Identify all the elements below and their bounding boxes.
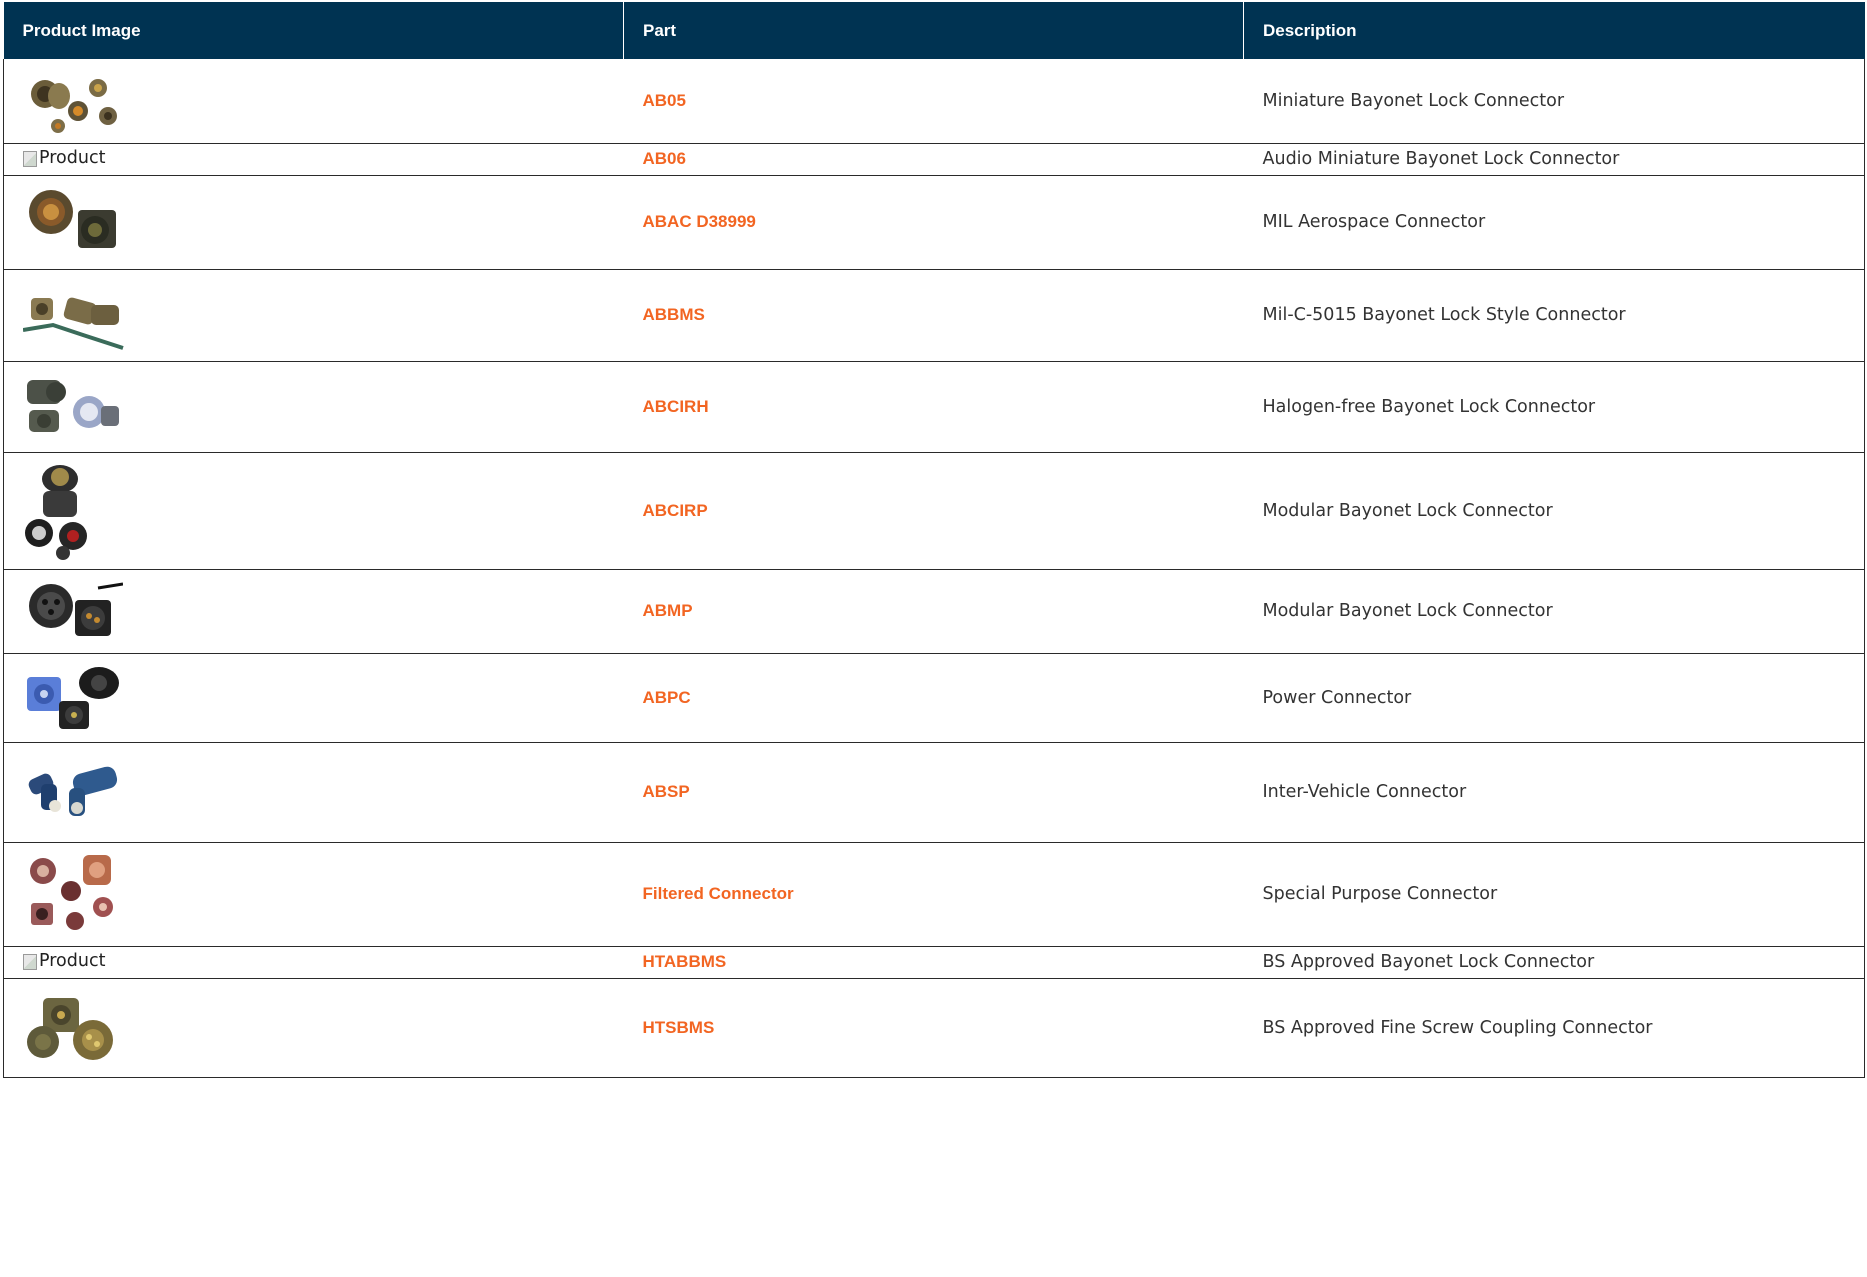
part-link[interactable]: AB05	[643, 91, 686, 110]
product-image-cell	[3, 59, 624, 143]
product-image-cell	[3, 652, 624, 742]
product-thumbnail[interactable]	[23, 851, 123, 937]
part-cell: Filtered Connector	[623, 841, 1244, 946]
description-cell: BS Approved Bayonet Lock Connector	[1243, 945, 1865, 978]
product-image-cell	[3, 741, 624, 842]
image-alt-text: Product	[39, 950, 106, 971]
description-cell: Mil-C-5015 Bayonet Lock Style Connector	[1243, 268, 1865, 361]
description-cell: Audio Miniature Bayonet Lock Connector	[1243, 142, 1865, 175]
product-thumbnail[interactable]	[23, 461, 93, 561]
product-image-cell: Product	[3, 142, 624, 175]
product-image-cell	[3, 451, 624, 569]
broken-image[interactable]: Product	[23, 951, 105, 971]
product-image-cell	[3, 268, 624, 361]
description-cell: Power Connector	[1243, 652, 1865, 742]
broken-image-icon	[23, 150, 37, 167]
product-thumbnail[interactable]	[23, 66, 123, 136]
part-cell: ABMP	[623, 568, 1244, 653]
product-thumbnail[interactable]	[23, 182, 123, 262]
header-part: Part	[623, 2, 1244, 59]
part-link[interactable]: ABCIRH	[643, 397, 709, 416]
description-cell: BS Approved Fine Screw Coupling Connecto…	[1243, 977, 1865, 1078]
product-thumbnail[interactable]	[23, 280, 125, 350]
product-image-cell	[3, 977, 624, 1078]
table-row: Product HTABBMS BS Approved Bayonet Lock…	[3, 945, 1865, 978]
description-cell: MIL Aerospace Connector	[1243, 174, 1865, 269]
broken-image-icon	[23, 953, 37, 970]
part-link[interactable]: ABAC D38999	[643, 212, 756, 231]
part-cell: HTSBMS	[623, 977, 1244, 1078]
header-description: Description	[1243, 2, 1865, 59]
table-row: ABAC D38999 MIL Aerospace Connector	[3, 174, 1865, 269]
part-link[interactable]: HTSBMS	[643, 1018, 715, 1037]
part-link[interactable]: ABCIRP	[643, 501, 708, 520]
description-cell: Inter-Vehicle Connector	[1243, 741, 1865, 842]
table-row: ABPC Power Connector	[3, 652, 1865, 742]
table-header: Product Image Part Description	[3, 2, 1865, 59]
table-row: ABCIRH Halogen-free Bayonet Lock Connect…	[3, 360, 1865, 452]
table-row: ABMP Modular Bayonet Lock Connector	[3, 568, 1865, 653]
part-link[interactable]: Filtered Connector	[643, 884, 794, 903]
description-cell: Modular Bayonet Lock Connector	[1243, 451, 1865, 569]
table-row: HTSBMS BS Approved Fine Screw Coupling C…	[3, 977, 1865, 1078]
description-cell: Halogen-free Bayonet Lock Connector	[1243, 360, 1865, 452]
product-thumbnail[interactable]	[23, 580, 123, 642]
part-cell: ABCIRH	[623, 360, 1244, 452]
product-image-cell	[3, 841, 624, 946]
description-cell: Miniature Bayonet Lock Connector	[1243, 59, 1865, 143]
part-cell: ABAC D38999	[623, 174, 1244, 269]
description-cell: Modular Bayonet Lock Connector	[1243, 568, 1865, 653]
part-cell: AB06	[623, 142, 1244, 175]
part-link[interactable]: ABMP	[643, 601, 693, 620]
part-cell: ABPC	[623, 652, 1244, 742]
table-row: AB05 Miniature Bayonet Lock Connector	[3, 59, 1865, 143]
product-image-cell	[3, 174, 624, 269]
part-cell: HTABBMS	[623, 945, 1244, 978]
table-row: Filtered Connector Special Purpose Conne…	[3, 841, 1865, 946]
part-link[interactable]: ABBMS	[643, 305, 705, 324]
image-alt-text: Product	[39, 147, 106, 168]
table-row: Product AB06 Audio Miniature Bayonet Loc…	[3, 142, 1865, 175]
product-image-cell	[3, 360, 624, 452]
part-link[interactable]: HTABBMS	[643, 952, 727, 971]
table-row: ABBMS Mil-C-5015 Bayonet Lock Style Conn…	[3, 268, 1865, 361]
table-row: ABCIRP Modular Bayonet Lock Connector	[3, 451, 1865, 569]
product-thumbnail[interactable]	[23, 374, 123, 439]
part-cell: ABSP	[623, 741, 1244, 842]
part-link[interactable]: ABSP	[643, 782, 690, 801]
header-product-image: Product Image	[3, 2, 624, 59]
part-link[interactable]: AB06	[643, 149, 686, 168]
broken-image[interactable]: Product	[23, 148, 105, 168]
product-image-cell: Product	[3, 945, 624, 978]
part-link[interactable]: ABPC	[643, 688, 691, 707]
part-cell: AB05	[624, 59, 1244, 143]
part-cell: ABCIRP	[623, 451, 1244, 569]
product-table: Product Image Part Description AB05 Mini…	[3, 2, 1865, 1078]
product-table-container: Product Image Part Description AB05 Mini…	[3, 2, 1865, 1078]
description-cell: Special Purpose Connector	[1243, 841, 1865, 946]
table-row: ABSP Inter-Vehicle Connector	[3, 741, 1865, 842]
part-cell: ABBMS	[623, 268, 1244, 361]
product-thumbnail[interactable]	[23, 663, 123, 733]
product-image-cell	[3, 568, 624, 653]
product-thumbnail[interactable]	[23, 992, 123, 1064]
product-thumbnail[interactable]	[23, 762, 123, 822]
